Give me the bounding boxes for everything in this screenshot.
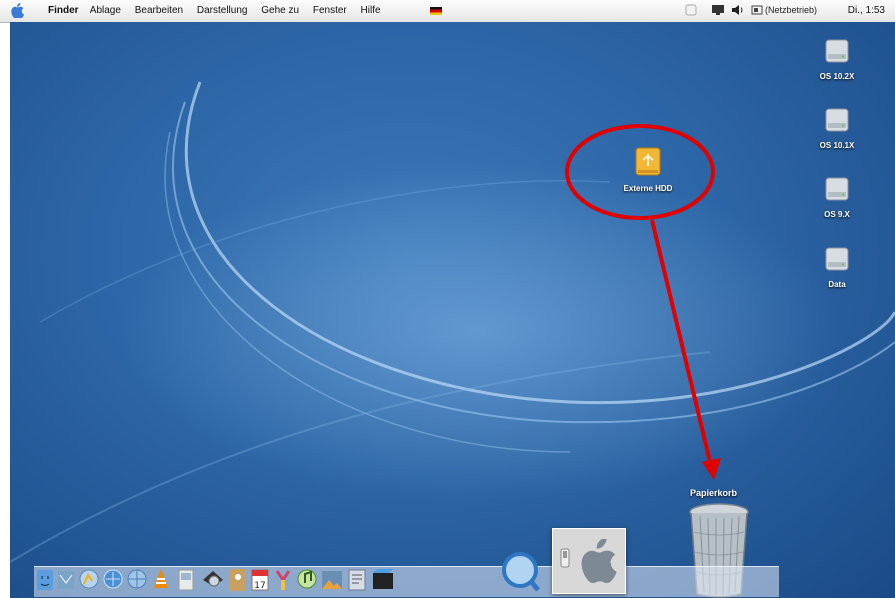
volume-icon[interactable]	[731, 4, 745, 16]
menu-fenster[interactable]: Fenster	[313, 5, 347, 16]
battery-icon[interactable]	[751, 4, 763, 16]
trash-label: Papierkorb	[690, 488, 738, 498]
list-tool-icon[interactable]	[346, 566, 368, 594]
itunes-icon[interactable]	[296, 566, 318, 594]
mail-icon[interactable]	[56, 566, 76, 594]
finder-icon[interactable]	[36, 566, 54, 594]
ical-icon[interactable]: 17	[250, 566, 270, 594]
bluetooth-icon[interactable]	[685, 4, 697, 16]
apple-menu-icon[interactable]	[10, 3, 24, 18]
iphoto-icon[interactable]	[320, 566, 344, 594]
menu-finder[interactable]: Finder	[48, 5, 79, 16]
preview-icon[interactable]	[176, 566, 196, 594]
switch-icon	[560, 548, 570, 568]
desktop[interactable]: OS 10.2X OS 10.1X OS 9.X Data Externe HD…	[10, 22, 895, 598]
minimized-window[interactable]	[552, 528, 626, 594]
network-icon[interactable]	[126, 566, 148, 594]
highlight-circle	[565, 124, 715, 220]
svg-text:17: 17	[254, 581, 265, 591]
vlc-icon[interactable]	[150, 566, 172, 594]
menu-darstellung[interactable]: Darstellung	[197, 5, 248, 16]
tool-icon[interactable]	[273, 566, 293, 594]
keyboard-layout-flag-icon[interactable]	[430, 7, 442, 15]
display-icon[interactable]	[711, 4, 725, 16]
quicktime-icon[interactable]	[500, 548, 544, 596]
address-book-icon[interactable]	[228, 566, 248, 594]
apple-logo-icon	[581, 539, 617, 583]
menu-gehe-zu[interactable]: Gehe zu	[261, 5, 299, 16]
menu-hilfe[interactable]: Hilfe	[361, 5, 381, 16]
safari-icon[interactable]	[102, 566, 124, 594]
imovie-icon[interactable]	[370, 566, 396, 594]
menu-bearbeiten[interactable]: Bearbeiten	[135, 5, 183, 16]
drag-arrow-line	[650, 219, 713, 467]
drag-arrow-head	[702, 458, 721, 480]
power-source-status[interactable]: (Netzbetrieb)	[765, 5, 817, 15]
menu-bar: Finder Ablage Bearbeiten Darstellung Geh…	[0, 0, 895, 23]
menu-ablage[interactable]: Ablage	[90, 5, 121, 16]
menu-clock[interactable]: Di., 1:53	[848, 5, 885, 16]
ichat-icon[interactable]	[78, 566, 100, 594]
sherlock-icon[interactable]	[200, 566, 226, 594]
annotation-overlay	[565, 124, 721, 480]
